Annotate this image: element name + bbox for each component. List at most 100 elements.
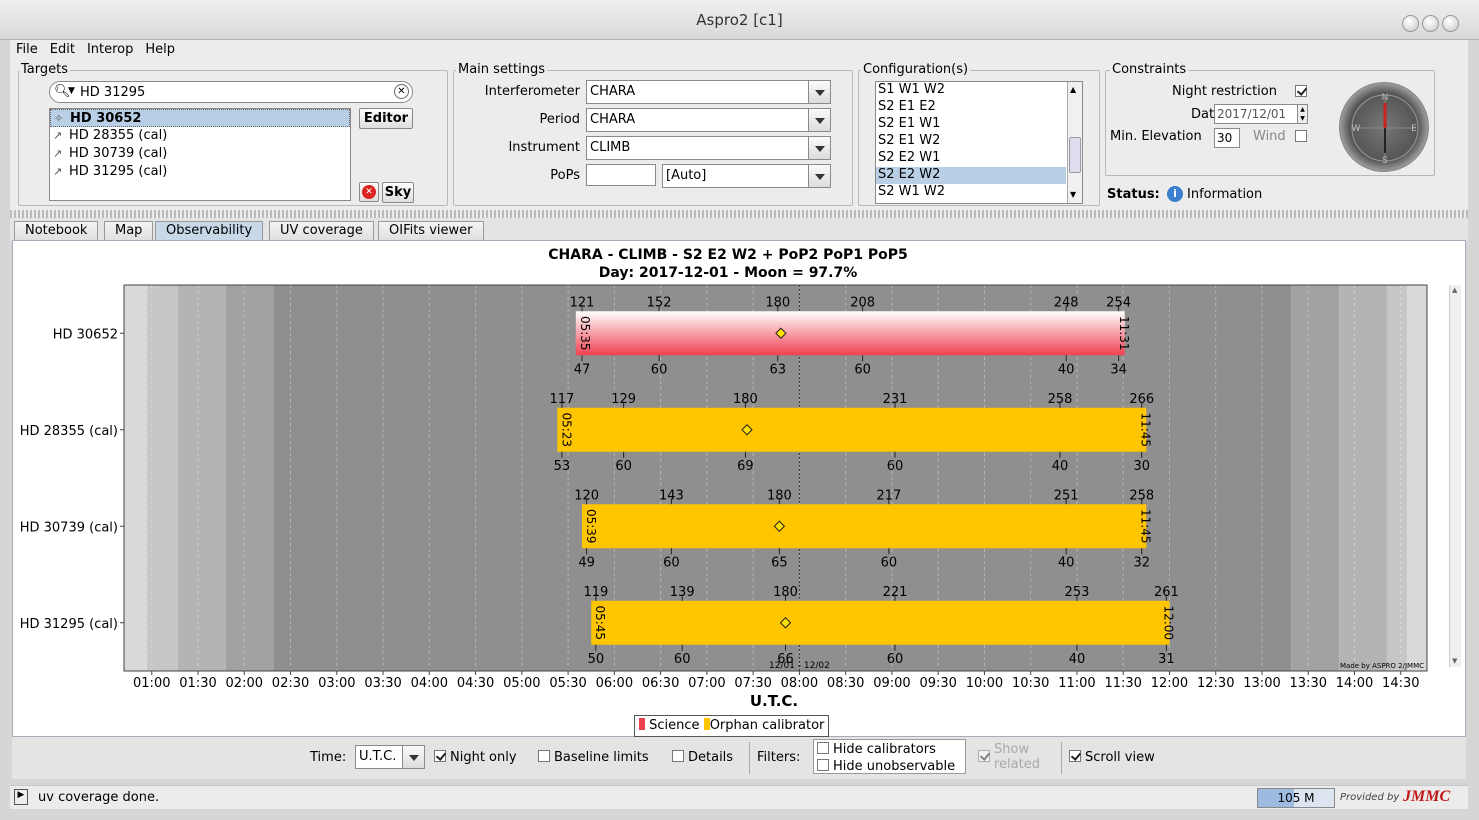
configuration-list[interactable]: S1 W1 W2 S2 E1 E2 S2 E1 W1 S2 E1 W2 S2 E2 W1… <box>875 81 1083 204</box>
menu-help[interactable]: Help <box>139 40 181 59</box>
configuration-item[interactable]: S2 E1 E2 <box>876 99 1066 116</box>
target-list-item[interactable]: ↗ HD 28355 (cal) <box>50 127 350 145</box>
target-search-field[interactable]: 🔍︎ ▼ HD 31295 ✕ <box>49 81 413 103</box>
configuration-item[interactable]: S2 E1 W2 <box>876 133 1066 150</box>
chevron-down-icon[interactable] <box>402 746 424 768</box>
chevron-down-icon[interactable] <box>808 81 830 103</box>
elevation-label: 40 <box>1058 362 1075 377</box>
target-list[interactable]: ✧ HD 30652 ↗ HD 28355 (cal) ↗ HD 30739 (cal) ↗… <box>49 108 351 201</box>
window-titlebar[interactable]: Aspro2 [c1] <box>0 0 1479 40</box>
end-time-label: 12:00 <box>1161 605 1175 640</box>
x-tick-label: 11:00 <box>1058 676 1095 691</box>
editor-button[interactable]: Editor <box>359 108 413 129</box>
x-tick-label: 02:30 <box>272 676 309 691</box>
min-elevation-input[interactable]: 30 <box>1214 128 1240 148</box>
configuration-item[interactable]: S2 E2 W2 <box>876 167 1066 184</box>
hour-angle-label: 117 <box>550 392 575 407</box>
elevation-label: 60 <box>887 652 904 667</box>
x-tick-label: 06:30 <box>642 676 679 691</box>
elevation-label: 40 <box>1052 459 1069 474</box>
scroll-down-icon[interactable]: ▼ <box>1452 657 1457 665</box>
elevation-label: 49 <box>578 555 595 570</box>
night-restriction-label: Night restriction <box>1172 84 1277 99</box>
credit-label: Made by ASPRO 2/JMMC <box>1340 662 1424 670</box>
hide-unobservable-checkbox[interactable]: Hide unobservable <box>817 759 955 774</box>
pops-select[interactable]: [Auto] <box>662 164 831 188</box>
night-only-checkbox[interactable]: Night only <box>434 750 517 765</box>
target-list-item[interactable]: ↗ HD 31295 (cal) <box>50 163 350 181</box>
window-title: Aspro2 [c1] <box>696 11 783 29</box>
hour-angle-label: 221 <box>883 585 908 600</box>
target-search-input[interactable]: HD 31295 <box>80 85 145 100</box>
tab-uv-coverage[interactable]: UV coverage <box>269 221 374 241</box>
scroll-thumb[interactable] <box>1069 137 1081 173</box>
sky-button[interactable]: Sky <box>382 182 414 203</box>
elevation-label: 60 <box>615 459 632 474</box>
date-input[interactable]: 2017/12/01 <box>1214 104 1298 124</box>
elevation-label: 60 <box>881 555 898 570</box>
menu-edit[interactable]: Edit <box>44 40 81 59</box>
configuration-item[interactable]: S2 E2 W1 <box>876 150 1066 167</box>
configurations-title: Configuration(s) <box>861 62 971 77</box>
configuration-item[interactable]: S1 W1 W2 <box>876 82 1066 99</box>
night-restriction-checkbox[interactable] <box>1295 85 1311 100</box>
x-tick-label: 06:00 <box>596 676 633 691</box>
tab-oifits-viewer[interactable]: OIFits viewer <box>378 221 484 241</box>
pops-input[interactable] <box>586 164 656 186</box>
hide-calibrators-checkbox[interactable]: Hide calibrators <box>817 742 936 757</box>
chevron-down-icon[interactable] <box>808 109 830 131</box>
maximize-button[interactable] <box>1422 15 1439 32</box>
minimize-button[interactable] <box>1402 15 1419 32</box>
target-list-item[interactable]: ↗ HD 30739 (cal) <box>50 145 350 163</box>
date-spinner[interactable]: ▲ ▼ <box>1297 104 1308 124</box>
show-related-checkbox[interactable] <box>978 750 994 765</box>
twilight-band <box>1386 285 1407 671</box>
pops-label: PoPs <box>550 168 580 183</box>
splitter[interactable] <box>10 210 1468 218</box>
menu-file[interactable]: File <box>10 40 44 59</box>
twilight-band <box>1291 285 1340 671</box>
scroll-view-checkbox[interactable]: Scroll view <box>1069 750 1155 765</box>
clear-search-icon[interactable]: ✕ <box>394 84 409 99</box>
x-tick-label: 11:30 <box>1104 676 1141 691</box>
wind-checkbox[interactable] <box>1295 130 1311 145</box>
chevron-down-icon[interactable] <box>808 165 830 187</box>
chart-scrollbar[interactable]: ▲ ▼ <box>1449 285 1461 667</box>
details-checkbox[interactable]: Details <box>672 750 733 765</box>
configuration-scrollbar[interactable]: ▲ ▼ <box>1067 82 1082 203</box>
tab-map[interactable]: Map <box>104 221 154 241</box>
memory-indicator[interactable]: 105 M <box>1257 788 1335 808</box>
scroll-up-icon[interactable]: ▲ <box>1070 85 1076 94</box>
scroll-up-icon[interactable]: ▲ <box>1452 286 1457 294</box>
configuration-item[interactable]: S2 W1 W2 <box>876 184 1066 201</box>
chart-subtitle: Day: 2017-12-01 - Moon = 97.7% <box>599 265 858 281</box>
star-icon: ✧ <box>54 112 64 125</box>
main-settings-title: Main settings <box>456 62 548 77</box>
time-select[interactable]: U.T.C. <box>355 745 425 769</box>
start-time-label: 05:39 <box>584 509 598 544</box>
menu-interop[interactable]: Interop <box>81 40 139 59</box>
baseline-limits-checkbox[interactable]: Baseline limits <box>538 750 649 765</box>
observability-chart: CHARA - CLIMB - S2 E2 W2 + PoP2 PoP1 PoP… <box>12 240 1466 737</box>
remove-target-button[interactable]: ✕ <box>359 182 379 202</box>
target-list-item[interactable]: ✧ HD 30652 <box>50 109 350 127</box>
period-select[interactable]: CHARA <box>586 108 831 132</box>
tab-observability[interactable]: Observability <box>155 221 264 241</box>
row-label: HD 30739 (cal) <box>20 520 118 535</box>
x-tick-label: 01:30 <box>179 676 216 691</box>
min-elevation-label: Min. Elevation <box>1110 129 1202 144</box>
instrument-select[interactable]: CLIMB <box>586 136 831 160</box>
elevation-label: 63 <box>770 362 787 377</box>
interferometer-select[interactable]: CHARA <box>586 80 831 104</box>
checkbox-unchecked-icon <box>672 750 684 762</box>
search-dropdown-icon[interactable]: ▼ <box>68 86 75 96</box>
configuration-item[interactable]: S2 E1 W1 <box>876 116 1066 133</box>
hour-angle-label: 120 <box>574 488 599 503</box>
close-button[interactable] <box>1442 15 1459 32</box>
hour-angle-label: 217 <box>876 488 901 503</box>
scroll-down-icon[interactable]: ▼ <box>1070 190 1076 199</box>
wind-compass[interactable]: N E S W <box>1339 82 1429 172</box>
chevron-down-icon[interactable] <box>808 137 830 159</box>
target-name: HD 31295 (cal) <box>69 164 168 179</box>
tab-notebook[interactable]: Notebook <box>14 221 99 241</box>
